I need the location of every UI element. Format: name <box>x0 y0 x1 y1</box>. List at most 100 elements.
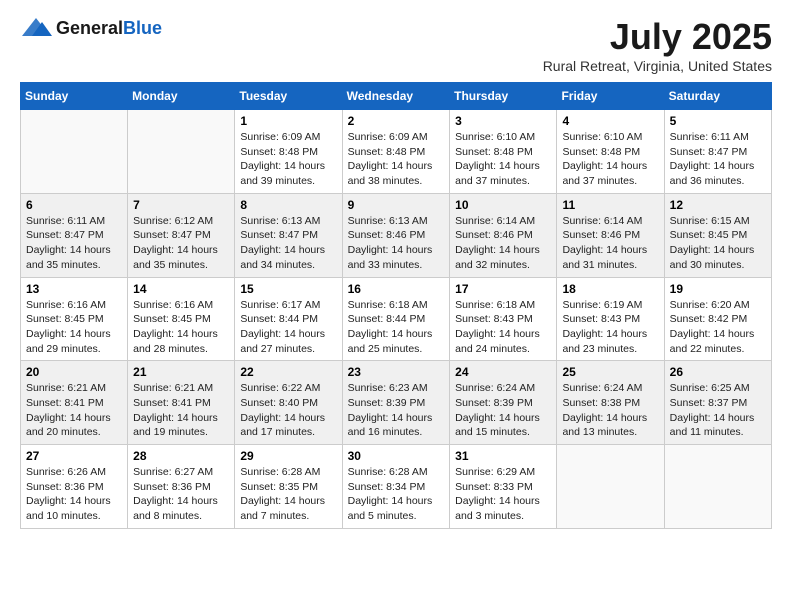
cell-info: Sunrise: 6:24 AMSunset: 8:38 PMDaylight:… <box>562 381 658 440</box>
day-number: 27 <box>26 449 122 463</box>
day-number: 24 <box>455 365 551 379</box>
day-number: 26 <box>670 365 766 379</box>
calendar-cell: 27 Sunrise: 6:26 AMSunset: 8:36 PMDayligh… <box>21 445 128 529</box>
cell-info: Sunrise: 6:29 AMSunset: 8:33 PMDaylight:… <box>455 465 551 524</box>
day-number: 19 <box>670 282 766 296</box>
calendar-cell: 29 Sunrise: 6:28 AMSunset: 8:35 PMDayligh… <box>235 445 342 529</box>
cell-info: Sunrise: 6:28 AMSunset: 8:34 PMDaylight:… <box>348 465 445 524</box>
day-number: 14 <box>133 282 229 296</box>
day-number: 20 <box>26 365 122 379</box>
calendar-cell: 23 Sunrise: 6:23 AMSunset: 8:39 PMDayligh… <box>342 361 450 445</box>
calendar-cell: 28Sunrise: 6:27 AMSunset: 8:36 PMDayligh… <box>128 445 235 529</box>
calendar-week-row: 27 Sunrise: 6:26 AMSunset: 8:36 PMDayligh… <box>21 445 772 529</box>
day-number: 10 <box>455 198 551 212</box>
calendar-week-row: 20 Sunrise: 6:21 AMSunset: 8:41 PMDayligh… <box>21 361 772 445</box>
weekday-header: Monday <box>128 83 235 110</box>
weekday-header: Thursday <box>450 83 557 110</box>
month-title: July 2025 <box>543 16 772 58</box>
calendar-cell <box>128 110 235 194</box>
cell-info: Sunrise: 6:18 AMSunset: 8:43 PMDaylight:… <box>455 298 551 357</box>
calendar-cell <box>664 445 771 529</box>
page-header: GeneralBlue July 2025 Rural Retreat, Vir… <box>20 16 772 74</box>
calendar-cell: 24 Sunrise: 6:24 AMSunset: 8:39 PMDayligh… <box>450 361 557 445</box>
calendar-cell: 9Sunrise: 6:13 AMSunset: 8:46 PMDaylight… <box>342 193 450 277</box>
weekday-header: Friday <box>557 83 664 110</box>
cell-info: Sunrise: 6:13 AMSunset: 8:46 PMDaylight:… <box>348 214 445 273</box>
cell-info: Sunrise: 6:16 AMSunset: 8:45 PMDaylight:… <box>26 298 122 357</box>
day-number: 8 <box>240 198 336 212</box>
day-number: 23 <box>348 365 445 379</box>
calendar-cell: 1 Sunrise: 6:09 AMSunset: 8:48 PMDaylight… <box>235 110 342 194</box>
calendar-cell: 13 Sunrise: 6:16 AMSunset: 8:45 PMDayligh… <box>21 277 128 361</box>
cell-info: Sunrise: 6:23 AMSunset: 8:39 PMDaylight:… <box>348 381 445 440</box>
cell-info: Sunrise: 6:11 AMSunset: 8:47 PMDaylight:… <box>670 130 766 189</box>
calendar-cell: 19 Sunrise: 6:20 AMSunset: 8:42 PMDayligh… <box>664 277 771 361</box>
day-number: 11 <box>562 198 658 212</box>
calendar-week-row: 1 Sunrise: 6:09 AMSunset: 8:48 PMDaylight… <box>21 110 772 194</box>
calendar-cell: 7 Sunrise: 6:12 AMSunset: 8:47 PMDaylight… <box>128 193 235 277</box>
calendar-week-row: 6 Sunrise: 6:11 AMSunset: 8:47 PMDaylight… <box>21 193 772 277</box>
cell-info: Sunrise: 6:17 AMSunset: 8:44 PMDaylight:… <box>240 298 336 357</box>
logo-general: General <box>56 18 123 38</box>
calendar-cell: 31Sunrise: 6:29 AMSunset: 8:33 PMDayligh… <box>450 445 557 529</box>
cell-info: Sunrise: 6:09 AMSunset: 8:48 PMDaylight:… <box>348 130 445 189</box>
day-number: 1 <box>240 114 336 128</box>
cell-info: Sunrise: 6:16 AMSunset: 8:45 PMDaylight:… <box>133 298 229 357</box>
cell-info: Sunrise: 6:10 AMSunset: 8:48 PMDaylight:… <box>455 130 551 189</box>
day-number: 7 <box>133 198 229 212</box>
calendar-cell: 30Sunrise: 6:28 AMSunset: 8:34 PMDayligh… <box>342 445 450 529</box>
cell-info: Sunrise: 6:24 AMSunset: 8:39 PMDaylight:… <box>455 381 551 440</box>
cell-info: Sunrise: 6:11 AMSunset: 8:47 PMDaylight:… <box>26 214 122 273</box>
cell-info: Sunrise: 6:26 AMSunset: 8:36 PMDaylight:… <box>26 465 122 524</box>
calendar-cell: 15 Sunrise: 6:17 AMSunset: 8:44 PMDayligh… <box>235 277 342 361</box>
day-number: 15 <box>240 282 336 296</box>
cell-info: Sunrise: 6:09 AMSunset: 8:48 PMDaylight:… <box>240 130 336 189</box>
calendar-cell: 20 Sunrise: 6:21 AMSunset: 8:41 PMDayligh… <box>21 361 128 445</box>
weekday-header: Sunday <box>21 83 128 110</box>
calendar-cell: 4 Sunrise: 6:10 AMSunset: 8:48 PMDaylight… <box>557 110 664 194</box>
calendar-cell: 21Sunrise: 6:21 AMSunset: 8:41 PMDayligh… <box>128 361 235 445</box>
calendar-cell <box>557 445 664 529</box>
day-number: 3 <box>455 114 551 128</box>
location: Rural Retreat, Virginia, United States <box>543 58 772 74</box>
cell-info: Sunrise: 6:13 AMSunset: 8:47 PMDaylight:… <box>240 214 336 273</box>
day-number: 13 <box>26 282 122 296</box>
day-number: 2 <box>348 114 445 128</box>
day-number: 4 <box>562 114 658 128</box>
day-number: 16 <box>348 282 445 296</box>
title-area: July 2025 Rural Retreat, Virginia, Unite… <box>543 16 772 74</box>
day-number: 17 <box>455 282 551 296</box>
cell-info: Sunrise: 6:10 AMSunset: 8:48 PMDaylight:… <box>562 130 658 189</box>
cell-info: Sunrise: 6:21 AMSunset: 8:41 PMDaylight:… <box>133 381 229 440</box>
calendar-cell: 18 Sunrise: 6:19 AMSunset: 8:43 PMDayligh… <box>557 277 664 361</box>
day-number: 18 <box>562 282 658 296</box>
cell-info: Sunrise: 6:20 AMSunset: 8:42 PMDaylight:… <box>670 298 766 357</box>
cell-info: Sunrise: 6:28 AMSunset: 8:35 PMDaylight:… <box>240 465 336 524</box>
calendar-cell: 3 Sunrise: 6:10 AMSunset: 8:48 PMDaylight… <box>450 110 557 194</box>
day-number: 12 <box>670 198 766 212</box>
calendar-cell: 10 Sunrise: 6:14 AMSunset: 8:46 PMDayligh… <box>450 193 557 277</box>
calendar-cell: 6 Sunrise: 6:11 AMSunset: 8:47 PMDaylight… <box>21 193 128 277</box>
calendar-week-row: 13 Sunrise: 6:16 AMSunset: 8:45 PMDayligh… <box>21 277 772 361</box>
logo-blue: Blue <box>123 18 162 38</box>
weekday-header: Tuesday <box>235 83 342 110</box>
cell-info: Sunrise: 6:22 AMSunset: 8:40 PMDaylight:… <box>240 381 336 440</box>
day-number: 29 <box>240 449 336 463</box>
cell-info: Sunrise: 6:14 AMSunset: 8:46 PMDaylight:… <box>455 214 551 273</box>
cell-info: Sunrise: 6:25 AMSunset: 8:37 PMDaylight:… <box>670 381 766 440</box>
cell-info: Sunrise: 6:19 AMSunset: 8:43 PMDaylight:… <box>562 298 658 357</box>
cell-info: Sunrise: 6:21 AMSunset: 8:41 PMDaylight:… <box>26 381 122 440</box>
calendar-table: SundayMondayTuesdayWednesdayThursdayFrid… <box>20 82 772 529</box>
cell-info: Sunrise: 6:15 AMSunset: 8:45 PMDaylight:… <box>670 214 766 273</box>
calendar-cell: 11Sunrise: 6:14 AMSunset: 8:46 PMDayligh… <box>557 193 664 277</box>
day-number: 6 <box>26 198 122 212</box>
calendar-cell: 16Sunrise: 6:18 AMSunset: 8:44 PMDayligh… <box>342 277 450 361</box>
logo: GeneralBlue <box>20 16 162 40</box>
cell-info: Sunrise: 6:12 AMSunset: 8:47 PMDaylight:… <box>133 214 229 273</box>
day-number: 22 <box>240 365 336 379</box>
weekday-header: Wednesday <box>342 83 450 110</box>
logo-icon <box>20 16 52 40</box>
calendar-cell: 5 Sunrise: 6:11 AMSunset: 8:47 PMDaylight… <box>664 110 771 194</box>
day-number: 5 <box>670 114 766 128</box>
cell-info: Sunrise: 6:27 AMSunset: 8:36 PMDaylight:… <box>133 465 229 524</box>
